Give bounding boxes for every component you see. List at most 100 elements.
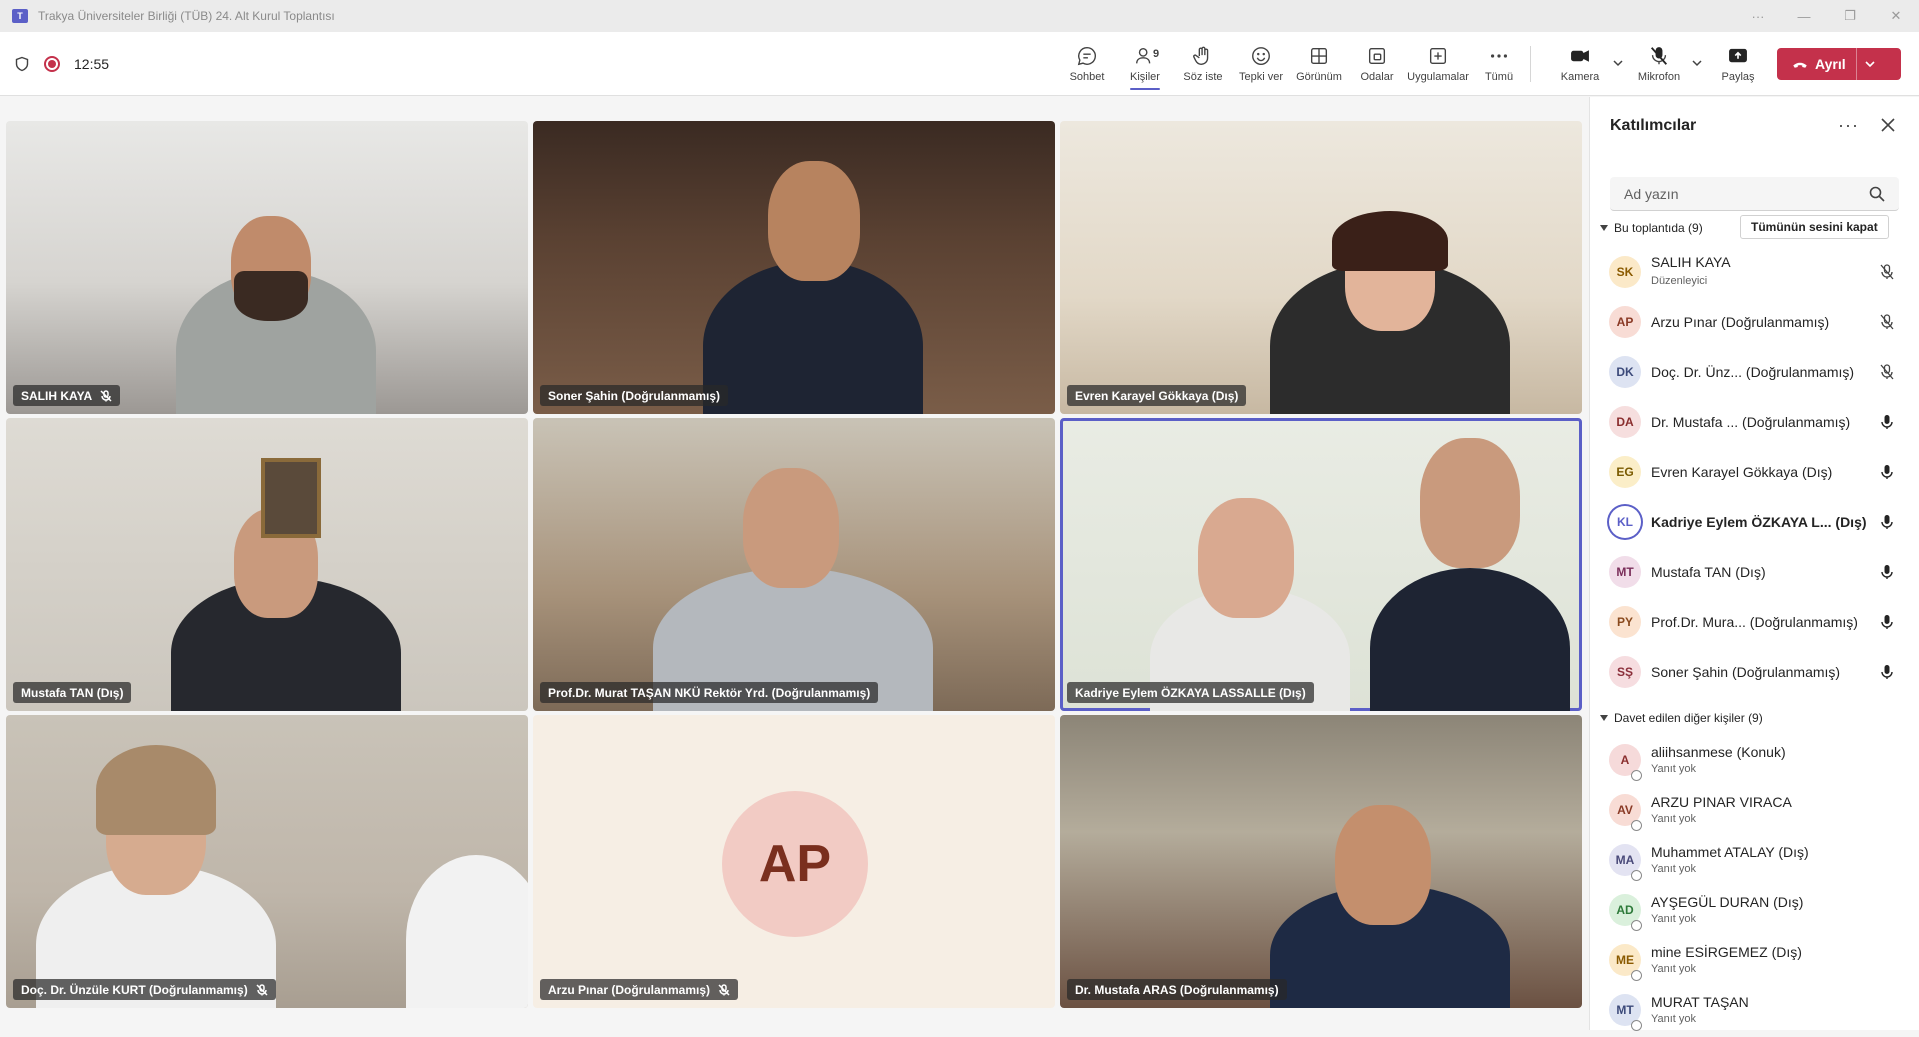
meeting-toolbar: 12:55 Sohbet 9 Kişiler Söz iste Tepki ve… bbox=[0, 32, 1919, 96]
participant-name: Dr. Mustafa ... (Doğrulanmamış) bbox=[1651, 414, 1851, 430]
people-label: Kişiler bbox=[1130, 71, 1160, 83]
tile-name-label: SALIH KAYA bbox=[13, 385, 121, 406]
minimize-icon[interactable]: — bbox=[1781, 0, 1827, 32]
participant-row[interactable]: DA Dr. Mustafa ... (Doğrulanmamış) bbox=[1590, 397, 1919, 447]
video-tile[interactable]: Evren Karayel Gökkaya (Dış) bbox=[1060, 121, 1582, 414]
participant-figure bbox=[1370, 568, 1570, 711]
tile-name-label: Evren Karayel Gökkaya (Dış) bbox=[1067, 385, 1247, 406]
mic-button[interactable]: Mikrofon bbox=[1630, 32, 1688, 96]
video-tile[interactable]: Prof.Dr. Murat TAŞAN NKÜ Rektör Yrd. (Do… bbox=[533, 418, 1055, 711]
participant-role: Düzenleyici bbox=[1651, 275, 1708, 287]
smiley-icon bbox=[1252, 47, 1270, 65]
invited-row[interactable]: ME mine ESİRGEMEZ (Dış) Yanıt yok bbox=[1590, 937, 1919, 987]
mic-on-icon bbox=[1878, 613, 1896, 631]
mic-off-icon bbox=[1650, 47, 1668, 65]
close-icon[interactable] bbox=[1880, 117, 1896, 133]
avatar: MT bbox=[1609, 556, 1641, 588]
mic-on-icon bbox=[1878, 563, 1896, 581]
in-meeting-section-toggle[interactable]: Bu toplantıda (9) bbox=[1600, 221, 1703, 235]
share-button[interactable]: Paylaş bbox=[1709, 32, 1767, 96]
participant-row[interactable]: MT Mustafa TAN (Dış) bbox=[1590, 547, 1919, 597]
more-button[interactable]: Tümü bbox=[1470, 32, 1528, 96]
close-window-icon[interactable]: ✕ bbox=[1873, 0, 1919, 32]
more-label: Tümü bbox=[1484, 71, 1514, 83]
participants-panel: Katılımcılar ··· Bu toplantıda (9) Tümün… bbox=[1589, 97, 1919, 1031]
mic-options-chevron-icon[interactable] bbox=[1691, 56, 1705, 70]
invited-row[interactable]: MA Muhammet ATALAY (Dış) Yanıt yok bbox=[1590, 837, 1919, 887]
react-button[interactable]: Tepki ver bbox=[1232, 32, 1290, 96]
participant-row-speaking[interactable]: KL Kadriye Eylem ÖZKAYA L... (Dış) bbox=[1590, 497, 1919, 547]
mic-on-icon bbox=[1878, 663, 1896, 681]
camera-button[interactable]: Kamera bbox=[1551, 32, 1609, 96]
tile-name-label: Doç. Dr. Ünzüle KURT (Doğrulanmamış) bbox=[13, 979, 276, 1000]
avatar: EG bbox=[1609, 456, 1641, 488]
portrait-frame bbox=[261, 458, 321, 538]
leave-button[interactable]: Ayrıl bbox=[1777, 48, 1901, 80]
video-tile[interactable]: AP Arzu Pınar (Doğrulanmamış) bbox=[533, 715, 1055, 1008]
raise-hand-label: Söz iste bbox=[1183, 71, 1223, 83]
invited-section-toggle[interactable]: Davet edilen diğer kişiler (9) bbox=[1600, 711, 1763, 725]
leave-options-chevron-icon[interactable] bbox=[1857, 58, 1883, 70]
teams-app-icon: T bbox=[12, 9, 28, 23]
leave-label: Ayrıl bbox=[1815, 56, 1846, 72]
mute-all-button[interactable]: Tümünün sesini kapat bbox=[1740, 215, 1889, 239]
camera-options-chevron-icon[interactable] bbox=[1612, 56, 1626, 70]
mic-off-icon bbox=[1878, 313, 1896, 331]
invitee-name: ARZU PINAR VIRACA bbox=[1651, 794, 1792, 810]
tile-name-label: Mustafa TAN (Dış) bbox=[13, 682, 132, 703]
mic-off-icon bbox=[718, 983, 730, 996]
participant-row[interactable]: PY Prof.Dr. Mura... (Doğrulanmamış) bbox=[1590, 597, 1919, 647]
video-tile[interactable]: Mustafa TAN (Dış) bbox=[6, 418, 528, 711]
participant-row[interactable]: EG Evren Karayel Gökkaya (Dış) bbox=[1590, 447, 1919, 497]
search-icon bbox=[1869, 186, 1885, 202]
invitee-name: AYŞEGÜL DURAN (Dış) bbox=[1651, 894, 1804, 910]
maximize-icon[interactable]: ❐ bbox=[1827, 0, 1873, 32]
avatar: AP bbox=[1609, 306, 1641, 338]
chat-button[interactable]: Sohbet bbox=[1058, 32, 1116, 96]
participant-avatar: AP bbox=[722, 791, 868, 937]
hang-up-icon bbox=[1793, 62, 1807, 68]
invited-row[interactable]: AD AYŞEGÜL DURAN (Dış) Yanıt yok bbox=[1590, 887, 1919, 937]
more-options-icon[interactable]: ··· bbox=[1735, 0, 1781, 32]
mic-label: Mikrofon bbox=[1637, 71, 1681, 83]
invited-row[interactable]: A aliihsanmese (Konuk) Yanıt yok bbox=[1590, 737, 1919, 787]
avatar: SŞ bbox=[1609, 656, 1641, 688]
apps-button[interactable]: Uygulamalar bbox=[1406, 32, 1470, 96]
participant-name: SALIH KAYA bbox=[1651, 254, 1731, 270]
raise-hand-button[interactable]: Söz iste bbox=[1174, 32, 1232, 96]
video-tile-active-speaker[interactable]: Kadriye Eylem ÖZKAYA LASSALLE (Dış) bbox=[1060, 418, 1582, 711]
add-app-icon bbox=[1429, 47, 1447, 65]
ellipsis-icon bbox=[1490, 54, 1508, 58]
status-icon bbox=[1631, 1020, 1642, 1031]
participant-row[interactable]: DK Doç. Dr. Ünz... (Doğrulanmamış) bbox=[1590, 347, 1919, 397]
invitee-status: Yanıt yok bbox=[1651, 963, 1697, 975]
invitee-status: Yanıt yok bbox=[1651, 863, 1697, 875]
toolbar-actions: Sohbet 9 Kişiler Söz iste Tepki ver Görü… bbox=[1058, 32, 1528, 96]
mic-off-icon bbox=[1878, 263, 1896, 281]
invitee-status: Yanıt yok bbox=[1651, 1013, 1697, 1025]
video-tile[interactable]: Soner Şahin (Doğrulanmamış) bbox=[533, 121, 1055, 414]
avatar: SK bbox=[1609, 256, 1641, 288]
participant-face bbox=[1335, 805, 1431, 925]
people-button[interactable]: 9 Kişiler bbox=[1116, 32, 1174, 96]
video-tile[interactable]: SALIH KAYA bbox=[6, 121, 528, 414]
rooms-button[interactable]: Odalar bbox=[1348, 32, 1406, 96]
video-tile[interactable]: Dr. Mustafa ARAS (Doğrulanmamış) bbox=[1060, 715, 1582, 1008]
participant-row[interactable]: AP Arzu Pınar (Doğrulanmamış) bbox=[1590, 297, 1919, 347]
grid-view-icon bbox=[1310, 47, 1328, 65]
participant-row[interactable]: SK SALIH KAYA Düzenleyici bbox=[1590, 247, 1919, 297]
mic-off-icon bbox=[256, 983, 268, 996]
video-tile[interactable]: Doç. Dr. Ünzüle KURT (Doğrulanmamış) bbox=[6, 715, 528, 1008]
panel-more-icon[interactable]: ··· bbox=[1838, 115, 1859, 136]
recording-icon[interactable] bbox=[44, 56, 60, 72]
participant-row[interactable]: SŞ Soner Şahin (Doğrulanmamış) bbox=[1590, 647, 1919, 697]
view-button[interactable]: Görünüm bbox=[1290, 32, 1348, 96]
tile-name-label: Soner Şahin (Doğrulanmamış) bbox=[540, 385, 729, 406]
mic-on-icon bbox=[1878, 413, 1896, 431]
status-icon bbox=[1631, 920, 1642, 931]
share-label: Paylaş bbox=[1721, 71, 1755, 83]
shield-icon[interactable] bbox=[14, 56, 30, 72]
invitee-status: Yanıt yok bbox=[1651, 813, 1697, 825]
invited-row[interactable]: AV ARZU PINAR VIRACA Yanıt yok bbox=[1590, 787, 1919, 837]
participant-search-input[interactable] bbox=[1610, 177, 1899, 211]
